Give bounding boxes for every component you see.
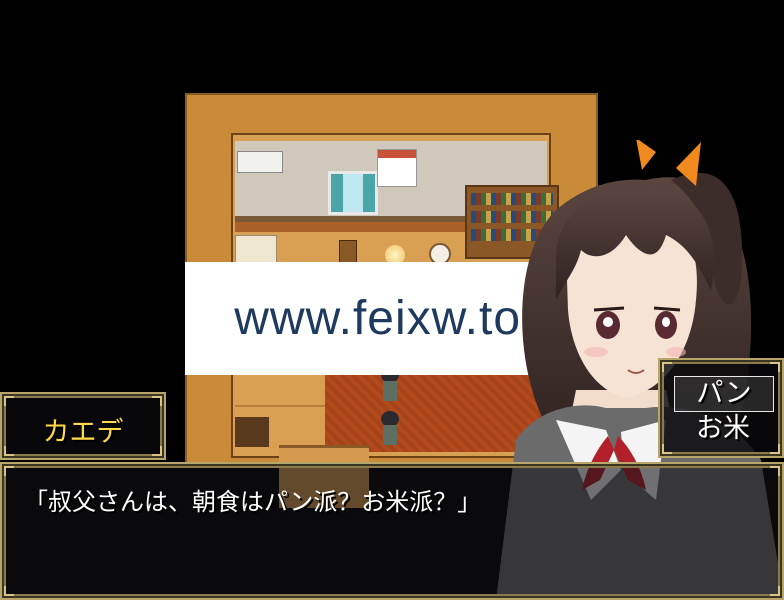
window bbox=[328, 171, 378, 215]
desk bbox=[235, 417, 269, 447]
dialogue-text: 「叔父さんは、朝食はパン派？お米派？」 bbox=[24, 488, 482, 516]
wall-calendar bbox=[377, 149, 417, 187]
message-window[interactable]: 「叔父さんは、朝食はパン派？お米派？」 bbox=[0, 462, 784, 600]
choice-option-bread[interactable]: パン bbox=[674, 376, 774, 412]
name-window: カエデ bbox=[0, 392, 166, 460]
curtain-left bbox=[331, 174, 343, 212]
grandfather-clock bbox=[339, 240, 357, 264]
air-conditioner bbox=[237, 151, 283, 173]
bed bbox=[235, 235, 277, 263]
speaker-name: カエデ bbox=[42, 417, 124, 448]
curtain-right bbox=[363, 174, 375, 212]
choice-option-rice[interactable]: お米 bbox=[674, 412, 772, 446]
choice-window: パン お米 bbox=[658, 358, 784, 458]
character-sprite-player bbox=[379, 411, 401, 445]
